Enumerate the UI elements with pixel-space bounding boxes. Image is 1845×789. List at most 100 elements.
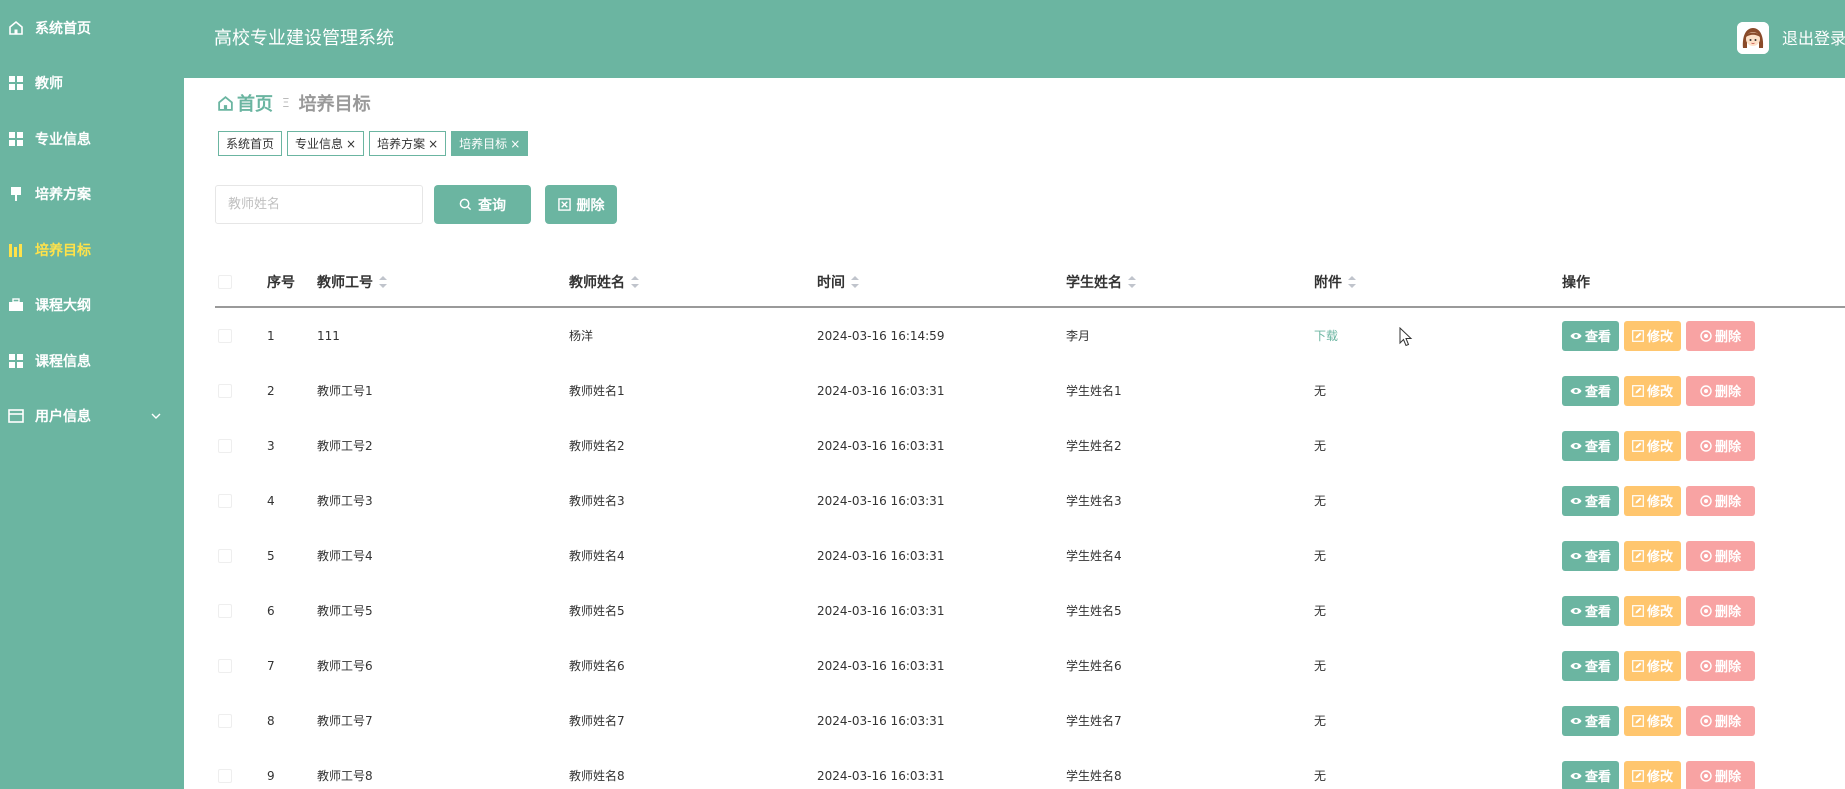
delete-button[interactable]: 删除 <box>1686 430 1755 461</box>
chevron-down-icon[interactable] <box>148 408 164 424</box>
pushpin-icon <box>8 186 24 202</box>
row-checkbox[interactable] <box>218 713 232 728</box>
cell-no: 5 <box>267 548 275 563</box>
edit-label: 修改 <box>1646 385 1673 400</box>
header-student-name[interactable]: 学生姓名 <box>1066 258 1136 306</box>
breadcrumb-current: 培养目标 <box>298 94 371 115</box>
delete-label: 删除 <box>1714 770 1741 785</box>
view-button[interactable]: 查看 <box>1562 375 1619 406</box>
delete-button[interactable]: 删除 <box>1686 320 1755 351</box>
cell-attachment: 下载 <box>1314 308 1338 363</box>
row-checkbox[interactable] <box>218 438 232 453</box>
view-button[interactable]: 查看 <box>1562 320 1619 351</box>
sort-icon[interactable] <box>851 276 859 288</box>
select-all-checkbox[interactable] <box>218 275 232 289</box>
edit-button[interactable]: 修改 <box>1624 430 1681 461</box>
header-time[interactable]: 时间 <box>817 258 859 306</box>
sidebar-item-training-goal[interactable]: 培养目标 <box>0 222 184 278</box>
row-checkbox[interactable] <box>218 768 232 783</box>
header-attachment[interactable]: 附件 <box>1314 258 1356 306</box>
sidebar-item-teacher[interactable]: 教师 <box>0 56 184 112</box>
sidebar-item-syllabus[interactable]: 课程大纲 <box>0 278 184 334</box>
table-row: 8 教师工号7 教师姓名7 2024-03-16 16:03:31 学生姓名7 无 查看 修改… <box>215 693 1845 748</box>
batch-delete-button[interactable]: 删除 <box>545 185 617 224</box>
breadcrumb: 首页 Ξ 培养目标 <box>217 91 371 115</box>
row-checkbox[interactable] <box>218 493 232 508</box>
top-header: 高校专业建设管理系统 退出登录 <box>184 0 1845 78</box>
sidebar-item-major-info[interactable]: 专业信息 <box>0 111 184 167</box>
download-link[interactable]: 下载 <box>1314 327 1338 344</box>
view-button[interactable]: 查看 <box>1562 595 1619 626</box>
tag-training-goal[interactable]: 培养目标 × <box>451 131 529 156</box>
close-icon[interactable]: × <box>428 137 438 151</box>
edit-button[interactable]: 修改 <box>1624 650 1681 681</box>
delete-button[interactable]: 删除 <box>1686 705 1755 736</box>
sort-icon[interactable] <box>1128 276 1136 288</box>
teacher-name-search-input[interactable] <box>215 185 423 224</box>
tab-tags: 系统首页 专业信息 × 培养方案 × 培养目标 × <box>218 131 533 156</box>
delete-circle-icon <box>1700 329 1712 342</box>
edit-button[interactable]: 修改 <box>1624 540 1681 571</box>
batch-delete-label: 删除 <box>576 197 605 214</box>
sidebar-item-course-info[interactable]: 课程信息 <box>0 333 184 389</box>
delete-button[interactable]: 删除 <box>1686 375 1755 406</box>
cell-student-name: 学生姓名2 <box>1066 439 1122 453</box>
cell-no: 9 <box>267 768 275 783</box>
row-checkbox[interactable] <box>218 328 232 343</box>
tag-training-plan[interactable]: 培养方案 × <box>369 131 447 156</box>
edit-button[interactable]: 修改 <box>1624 485 1681 516</box>
header-label: 附件 <box>1314 275 1342 291</box>
row-checkbox[interactable] <box>218 383 232 398</box>
view-button[interactable]: 查看 <box>1562 705 1619 736</box>
eye-icon <box>1570 662 1582 669</box>
breadcrumb-home[interactable]: 首页 <box>217 90 273 116</box>
edit-button[interactable]: 修改 <box>1624 320 1681 351</box>
edit-button[interactable]: 修改 <box>1624 760 1681 789</box>
sidebar-item-home[interactable]: 系统首页 <box>0 0 184 56</box>
view-button[interactable]: 查看 <box>1562 485 1619 516</box>
delete-button[interactable]: 删除 <box>1686 760 1755 789</box>
logout-button[interactable]: 退出登录 <box>1782 0 1845 78</box>
eye-icon <box>1570 387 1582 394</box>
delete-button[interactable]: 删除 <box>1686 540 1755 571</box>
cell-teacher-name: 教师姓名1 <box>569 384 625 398</box>
query-button[interactable]: 查询 <box>434 185 531 224</box>
close-icon[interactable]: × <box>510 137 520 151</box>
tag-major-info[interactable]: 专业信息 × <box>287 131 365 156</box>
edit-button[interactable]: 修改 <box>1624 705 1681 736</box>
delete-button[interactable]: 删除 <box>1686 650 1755 681</box>
sidebar-item-user-info[interactable]: 用户信息 <box>0 389 184 445</box>
tag-home[interactable]: 系统首页 <box>218 131 283 156</box>
sort-icon[interactable] <box>379 276 387 288</box>
row-checkbox[interactable] <box>218 548 232 563</box>
avatar[interactable] <box>1737 22 1769 54</box>
view-button[interactable]: 查看 <box>1562 430 1619 461</box>
view-button[interactable]: 查看 <box>1562 540 1619 571</box>
header-teacher-id[interactable]: 教师工号 <box>317 258 387 306</box>
view-label: 查看 <box>1584 495 1611 510</box>
header-teacher-name[interactable]: 教师姓名 <box>569 258 639 306</box>
cell-actions: 查看 修改 删除 <box>1562 528 1760 583</box>
cell-attachment: 无 <box>1314 748 1326 789</box>
table-row: 4 教师工号3 教师姓名3 2024-03-16 16:03:31 学生姓名3 无 查看 修改… <box>215 473 1845 528</box>
view-label: 查看 <box>1584 550 1611 565</box>
cell-teacher-name: 杨洋 <box>569 329 594 343</box>
sort-icon[interactable] <box>1348 276 1356 288</box>
delete-button[interactable]: 删除 <box>1686 485 1755 516</box>
close-icon[interactable]: × <box>346 137 356 151</box>
grid-icon <box>8 131 24 147</box>
row-checkbox[interactable] <box>218 658 232 673</box>
delete-label: 删除 <box>1714 605 1741 620</box>
cell-no: 8 <box>267 713 275 728</box>
edit-button[interactable]: 修改 <box>1624 375 1681 406</box>
cell-student-name: 学生姓名4 <box>1066 549 1122 563</box>
view-button[interactable]: 查看 <box>1562 650 1619 681</box>
sidebar-item-training-plan[interactable]: 培养方案 <box>0 167 184 223</box>
edit-button[interactable]: 修改 <box>1624 595 1681 626</box>
table-row: 3 教师工号2 教师姓名2 2024-03-16 16:03:31 学生姓名2 无 查看 修改… <box>215 418 1845 473</box>
row-checkbox[interactable] <box>218 603 232 618</box>
view-button[interactable]: 查看 <box>1562 760 1619 789</box>
delete-button[interactable]: 删除 <box>1686 595 1755 626</box>
sort-icon[interactable] <box>631 276 639 288</box>
table-row: 2 教师工号1 教师姓名1 2024-03-16 16:03:31 学生姓名1 无 查看 修改… <box>215 363 1845 418</box>
